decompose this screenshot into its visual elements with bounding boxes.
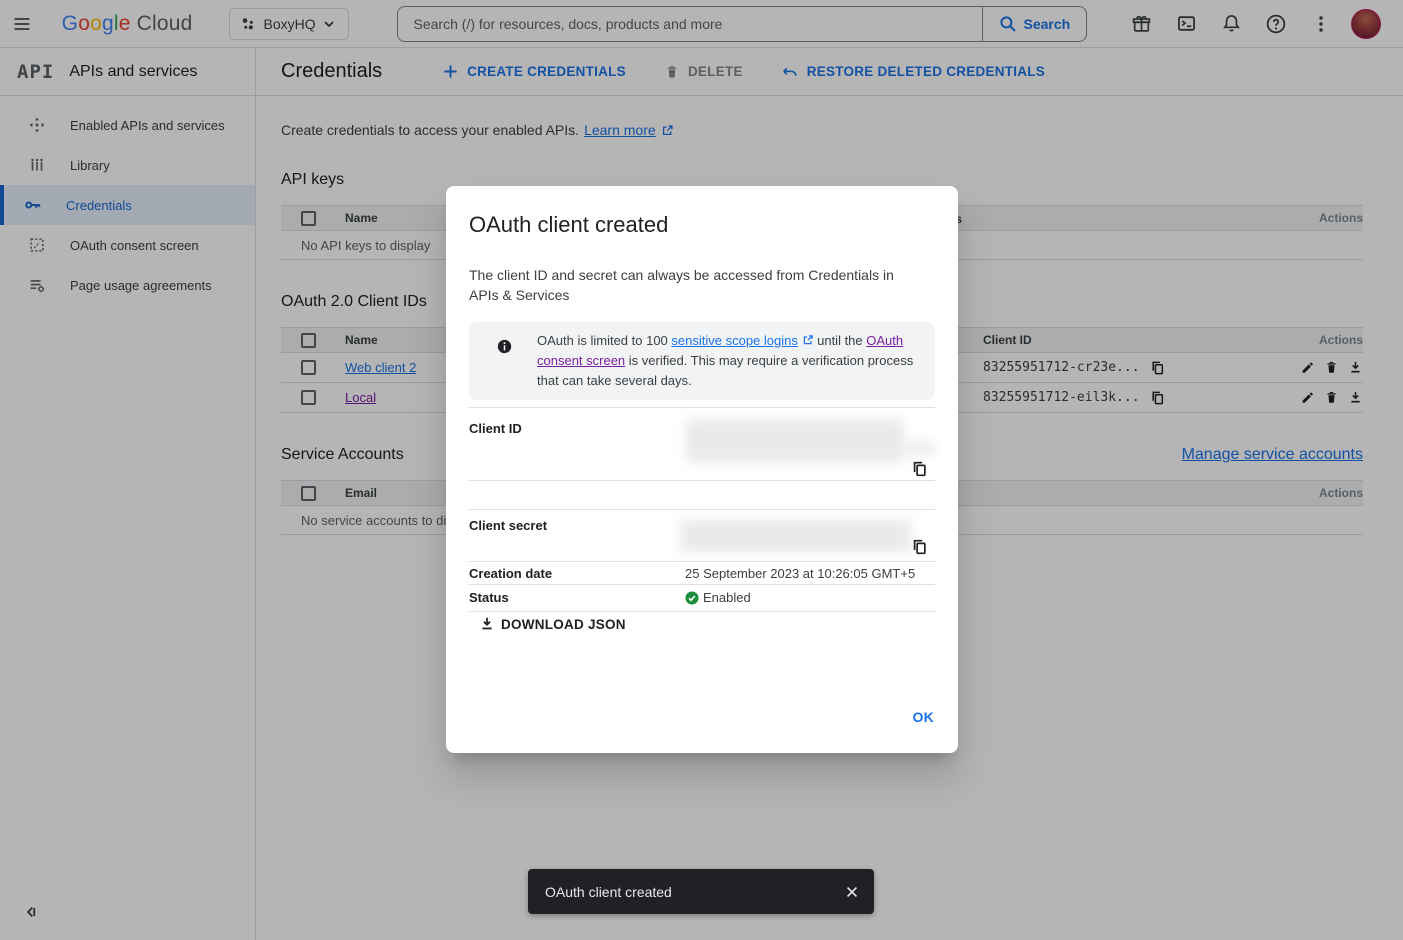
sensitive-scope-logins-link[interactable]: sensitive scope logins	[671, 333, 797, 348]
info-icon	[497, 339, 512, 359]
status-text: Enabled	[703, 590, 751, 605]
creation-date-value: 25 September 2023 at 10:26:05 GMT+5	[685, 566, 915, 581]
copy-client-secret-icon[interactable]	[911, 538, 929, 561]
toast-message: OAuth client created	[545, 884, 844, 900]
download-json-label: DOWNLOAD JSON	[501, 617, 626, 632]
google-cloud-console: Google Cloud BoxyHQ Search	[0, 0, 1403, 940]
client-id-label: Client ID	[469, 421, 522, 436]
redacted-client-secret	[680, 520, 911, 552]
infobox-segment: until the	[814, 333, 867, 348]
status-row: Status Enabled	[469, 585, 935, 612]
download-json-button[interactable]: DOWNLOAD JSON	[479, 616, 626, 632]
infobox-text: OAuth is limited to 100 sensitive scope …	[537, 331, 935, 391]
dialog-description: The client ID and secret can always be a…	[469, 265, 914, 305]
redacted-client-id-tail	[906, 442, 934, 455]
check-circle-icon	[685, 591, 699, 605]
creation-date-row: Creation date 25 September 2023 at 10:26…	[469, 562, 935, 585]
toast-close-icon[interactable]	[844, 884, 860, 900]
status-value: Enabled	[685, 590, 751, 605]
external-link-icon	[802, 334, 814, 346]
ok-button[interactable]: OK	[913, 709, 935, 725]
oauth-client-created-dialog: OAuth client created The client ID and s…	[446, 186, 958, 753]
spacer-row	[469, 481, 935, 510]
client-secret-label: Client secret	[469, 518, 547, 533]
creation-date-label: Creation date	[469, 566, 552, 581]
status-label: Status	[469, 590, 509, 605]
redacted-client-id	[686, 419, 904, 462]
infobox-segment: OAuth is limited to 100	[537, 333, 671, 348]
toast-notification: OAuth client created	[528, 869, 874, 914]
copy-client-id-icon[interactable]	[911, 460, 929, 483]
download-icon	[479, 616, 495, 632]
dialog-title: OAuth client created	[469, 212, 668, 238]
oauth-limit-infobox: OAuth is limited to 100 sensitive scope …	[469, 322, 935, 400]
